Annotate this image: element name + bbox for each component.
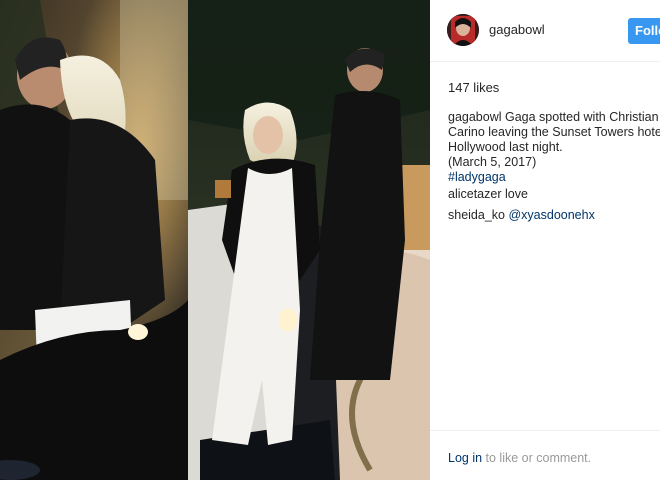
comment-username[interactable]: sheida_ko	[448, 208, 505, 222]
comment-item: sheida_ko @xyasdoonehx	[448, 208, 595, 222]
avatar[interactable]	[447, 14, 479, 46]
post-image-collage	[0, 0, 430, 480]
follow-button[interactable]: Follow	[628, 18, 660, 44]
caption-line: Gaga spotted with Christian	[505, 110, 659, 124]
hashtag-link[interactable]: #ladygaga	[448, 170, 660, 185]
login-link[interactable]: Log in	[448, 451, 482, 465]
caption-line: (March 5, 2017)	[448, 155, 537, 169]
post-sidebar: gagabowl Follow 147 likes gagabowl Gaga …	[430, 0, 660, 480]
post-footer: Log in to like or comment.	[430, 430, 660, 480]
post-username[interactable]: gagabowl	[489, 22, 545, 37]
caption-line: Hollywood last night.	[448, 140, 563, 154]
caption-line: Carino leaving the Sunset Towers hotel	[448, 125, 660, 139]
comment-text: love	[504, 187, 528, 201]
post-caption: gagabowl Gaga spotted with Christian Car…	[448, 110, 660, 185]
login-prompt-rest: to like or comment.	[482, 451, 592, 465]
comment-item: alicetazer love	[448, 187, 528, 201]
login-prompt: Log in to like or comment.	[448, 451, 591, 465]
caption-first-line: gagabowl Gaga spotted with Christian	[448, 110, 660, 125]
post-photo[interactable]	[0, 0, 430, 480]
avatar-image-icon	[447, 14, 479, 46]
comment-username[interactable]: alicetazer	[448, 187, 502, 201]
post-header: gagabowl Follow	[430, 0, 660, 62]
likes-count[interactable]: 147 likes	[448, 80, 499, 95]
caption-username[interactable]: gagabowl	[448, 110, 502, 124]
comment-mention-link[interactable]: @xyasdoonehx	[508, 208, 594, 222]
